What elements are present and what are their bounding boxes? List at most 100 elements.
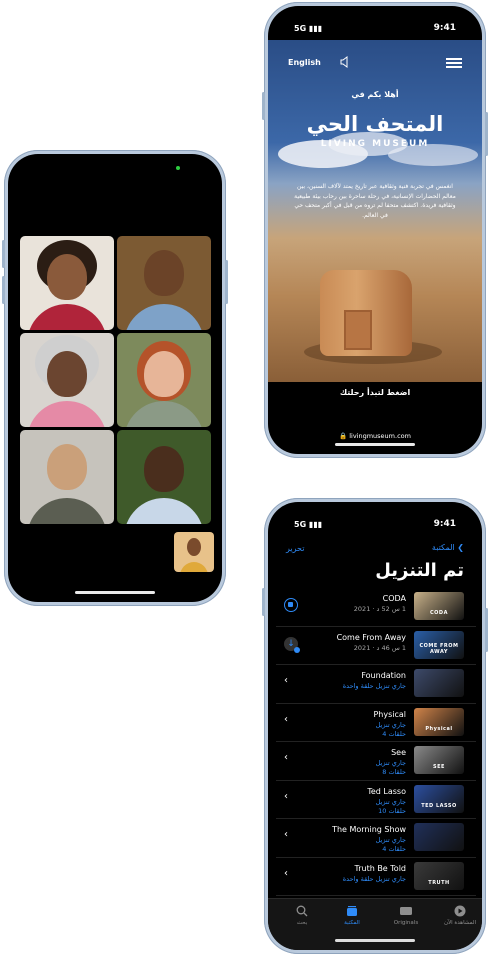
participant-grid xyxy=(20,236,214,524)
participant-tile[interactable] xyxy=(117,333,211,427)
poster-label: TRUTH xyxy=(428,879,450,886)
list-item[interactable]: ‹ Foundation جاري تنزيل حلقة واحدة xyxy=(276,665,476,704)
home-indicator[interactable] xyxy=(335,939,415,942)
tab-label: Originals xyxy=(393,920,419,926)
participant-face xyxy=(144,446,184,492)
chevron-left-icon[interactable]: ‹ xyxy=(284,752,288,763)
poster-label: COME FROM AWAY xyxy=(419,642,459,655)
menu-icon[interactable] xyxy=(446,58,462,68)
museum-description: انغمس في تجربة فنية وثقافية عبر تاريخ يم… xyxy=(294,183,456,219)
page-title: تم التنزيل xyxy=(375,560,464,581)
chevron-left-icon: ❮ xyxy=(457,543,464,552)
item-title: Truth Be Told xyxy=(354,863,407,873)
back-to-library-button[interactable]: المكتبة ❮ xyxy=(432,543,464,552)
tab-library[interactable]: المكتبة xyxy=(332,905,372,926)
poster-thumbnail[interactable]: Physical xyxy=(414,707,464,736)
item-subtitle: 1 س 52 د · 2021 xyxy=(353,605,406,613)
poster-label: TED LASSO xyxy=(421,802,457,809)
self-view[interactable] xyxy=(174,532,214,572)
poster-thumbnail[interactable]: SEE xyxy=(414,746,464,774)
row-control[interactable]: ‹ xyxy=(284,791,300,807)
participant-tile[interactable] xyxy=(117,236,211,330)
item-title: The Morning Show xyxy=(332,825,406,834)
poster-label: CODA xyxy=(430,610,448,616)
museum-title-english: LIVING MUSEUM xyxy=(320,139,430,149)
downloading-icon[interactable]: ↓ xyxy=(284,636,300,653)
row-control[interactable]: ‹ xyxy=(284,868,300,884)
list-item[interactable]: ‹ Truth Be Told جاري تنزيل حلقة واحدة TRUTH xyxy=(276,858,476,896)
row-control[interactable]: ‹ xyxy=(284,752,300,768)
list-item[interactable]: CODA 1 س 52 د · 2021 CODA xyxy=(276,588,476,627)
tab-play-circle[interactable]: المشاهدة الآن xyxy=(440,905,480,926)
item-title: CODA xyxy=(382,594,406,603)
speaker-icon[interactable] xyxy=(340,56,350,68)
item-title: Ted Lasso xyxy=(367,786,406,796)
chevron-left-icon[interactable]: ‹ xyxy=(284,675,288,686)
chevron-left-icon[interactable]: ‹ xyxy=(284,829,288,840)
chevron-left-icon[interactable]: ‹ xyxy=(284,714,288,725)
poster-thumbnail[interactable] xyxy=(414,823,464,851)
participant-tile[interactable] xyxy=(20,430,114,524)
tab-label: المكتبة xyxy=(344,920,360,926)
list-item[interactable]: ‹ See جاري تنزيل 8 حلقات SEE xyxy=(276,742,476,781)
row-control[interactable]: ‹ xyxy=(284,829,300,845)
row-control[interactable]: ‹ xyxy=(284,714,300,730)
poster-thumbnail[interactable] xyxy=(414,669,464,697)
item-title: Come From Away xyxy=(336,632,406,642)
edit-button[interactable]: تحرير xyxy=(286,544,304,553)
facetime-phone xyxy=(2,150,228,606)
item-subtitle: 1 س 46 د · 2021 xyxy=(353,643,406,652)
camera-indicator xyxy=(176,166,180,170)
item-title: Physical xyxy=(373,709,406,719)
participant-face xyxy=(47,254,87,300)
power-button xyxy=(485,112,488,156)
poster-thumbnail[interactable]: TRUTH xyxy=(414,861,464,890)
tab-search[interactable]: بحث xyxy=(282,905,322,926)
list-item[interactable]: ‹ Ted Lasso جاري تنزيل 10 حلقات TED LASSO xyxy=(276,781,476,819)
clock: 9:41 xyxy=(433,519,456,529)
tab-label: بحث xyxy=(296,920,308,926)
item-subtitle: جاري تنزيل حلقة واحدة xyxy=(342,682,406,690)
row-control[interactable]: ↓ xyxy=(284,636,300,653)
episode-count: 4 حلقات xyxy=(382,845,406,853)
search-icon xyxy=(282,905,322,917)
chevron-left-icon[interactable]: ‹ xyxy=(284,791,288,802)
downloads-list: CODA 1 س 52 د · 2021 CODA ↓ Come From Away 1 … xyxy=(276,588,476,896)
participant-tile[interactable] xyxy=(20,333,114,427)
status-bar: 5G ▮▮▮ 9:41 xyxy=(268,502,482,536)
item-title: See xyxy=(391,748,406,757)
row-control[interactable]: ‹ xyxy=(284,675,300,691)
signal-indicator: 5G ▮▮▮ xyxy=(294,520,323,529)
play-circle-icon xyxy=(440,905,480,917)
poster-thumbnail[interactable]: TED LASSO xyxy=(414,784,464,813)
chevron-left-icon[interactable]: ‹ xyxy=(284,868,288,879)
start-journey-button[interactable]: اضغط لتبدأ رحلتك xyxy=(268,388,482,397)
power-button xyxy=(225,260,228,304)
home-indicator[interactable] xyxy=(335,443,415,446)
participant-face xyxy=(144,351,184,397)
participant-tile[interactable] xyxy=(117,430,211,524)
poster-thumbnail[interactable]: COME FROM AWAY xyxy=(414,630,464,659)
welcome-text: أهلا بكم في xyxy=(351,90,399,99)
museum-phone: 5G ▮▮▮ 9:41 English أهلا بكم في المتحف ا… xyxy=(262,2,488,458)
row-control[interactable] xyxy=(284,598,300,614)
list-item[interactable]: ‹ Physical جاري تنزيل 4 حلقات Physical xyxy=(276,704,476,742)
language-toggle[interactable]: English xyxy=(288,58,321,67)
signal-indicator: 5G ▮▮▮ xyxy=(294,24,323,33)
tab-bar: المشاهدة الآن Originals المكتبة بحث xyxy=(268,898,482,950)
volume-button xyxy=(2,240,5,268)
rock-tomb xyxy=(320,270,412,356)
list-item[interactable]: ‹ The Morning Show جاري تنزيل 4 حلقات xyxy=(276,819,476,858)
home-indicator[interactable] xyxy=(75,591,155,594)
status-bar: 5G ▮▮▮ 9:41 xyxy=(268,6,482,40)
museum-screen: 5G ▮▮▮ 9:41 English أهلا بكم في المتحف ا… xyxy=(268,6,482,454)
tab-tv[interactable]: Originals xyxy=(386,905,426,926)
episode-count: 8 حلقات xyxy=(382,768,406,776)
participant-face xyxy=(47,444,87,490)
download-progress-icon[interactable] xyxy=(284,598,298,612)
website-link[interactable]: 🔒 livingmuseum.com xyxy=(268,432,482,440)
poster-thumbnail[interactable]: CODA xyxy=(414,592,464,620)
volume-button xyxy=(262,92,265,120)
participant-tile[interactable] xyxy=(20,236,114,330)
list-item[interactable]: ↓ Come From Away 1 س 46 د · 2021 COME FROM … xyxy=(276,627,476,665)
